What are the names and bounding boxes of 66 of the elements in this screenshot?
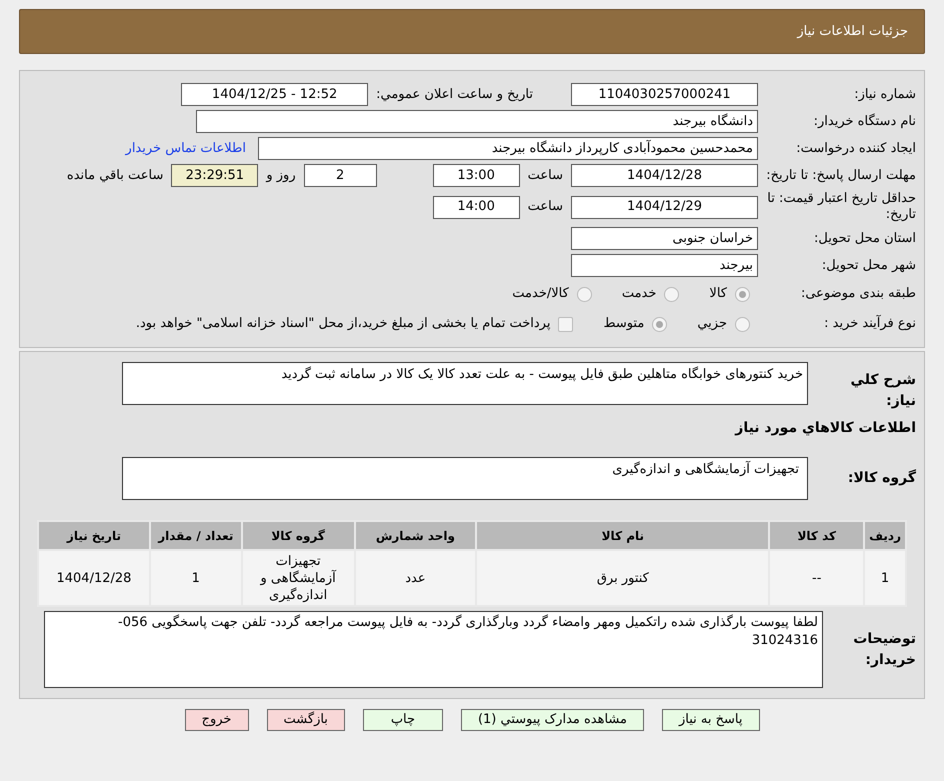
table-cell: تجهیزات آزمایشگاهی و اندازه‌گیری [242, 550, 355, 606]
text-field[interactable]: بیرجند [571, 254, 758, 277]
text-area[interactable]: تجهیزات آزمایشگاهی و اندازه‌گیری [122, 457, 808, 500]
radio-label: کالا/خدمت [512, 285, 569, 304]
countdown-field[interactable]: 23:29:51 [171, 164, 258, 187]
table-cell: -- [769, 550, 864, 606]
radio-button[interactable] [735, 286, 750, 302]
radio-label: خدمت [622, 285, 656, 304]
column-header: تعداد / مقدار [150, 521, 242, 550]
column-header: واحد شمارش [354, 521, 476, 550]
action-button[interactable]: مشاهده مدارک پیوستي (1) [460, 709, 644, 731]
field-label: شهر محل تحویل: [820, 258, 916, 274]
column-header: نام کالا [476, 521, 770, 550]
action-button[interactable]: پاسخ به نیاز [662, 709, 760, 731]
text-field[interactable]: خراسان جنوبی [571, 227, 758, 250]
checkbox[interactable] [558, 316, 574, 332]
field-label: استان محل تحویل: [813, 230, 916, 246]
text-field[interactable]: 2 [304, 164, 377, 187]
table-cell: کنتور برق [476, 550, 770, 606]
field-label: نوع فرآیند خرید : [823, 316, 916, 332]
action-button[interactable]: بازگشت [266, 709, 345, 731]
field-label: طبقه بندی موضوعی: [800, 286, 916, 302]
text-field[interactable]: دانشگاه بیرجند [196, 110, 758, 133]
column-header: تاریخ نیاز [38, 521, 150, 550]
field-label: تاریخ و ساعت اعلان عمومي: [376, 86, 533, 102]
field-label: ساعت [528, 199, 563, 215]
text-area[interactable]: لطفا پیوست بارگذاری شده راتکمیل ومهر وامضاء گردد وبارگذاری گردد- به فایل پیوست مراجعه گردد- تلفن جهت پاسخگویی 056- 31024316 [44, 611, 823, 688]
page-title: جزئیات اطلاعات نیاز [797, 22, 908, 41]
radio-button[interactable] [664, 286, 680, 302]
text-field[interactable]: 1404/12/29 [571, 196, 758, 218]
table-cell: 1404/12/28 [38, 550, 150, 606]
column-header: کد کالا [769, 521, 864, 550]
action-button[interactable]: خروج [184, 709, 249, 731]
radio-label: متوسط [603, 315, 644, 334]
field-label: روز و [266, 168, 296, 184]
radio-button[interactable] [576, 286, 592, 302]
radio-button[interactable] [652, 316, 668, 332]
column-header: گروه کالا [242, 521, 355, 550]
field-label: ساعت باقي مانده [66, 168, 164, 184]
field-label: گروه کالا: [846, 468, 916, 488]
radio-button[interactable] [735, 316, 750, 332]
contact-link[interactable]: اطلاعات تماس خریدار [126, 138, 246, 158]
text-field[interactable]: 1404/12/28 [571, 164, 758, 187]
field-label: توضیحات خریدار: [852, 630, 916, 670]
text-field[interactable]: 1104030257000241 [571, 83, 758, 106]
table-cell: 1 [864, 550, 906, 606]
text-area[interactable]: خرید کنتورهای خوابگاه متاهلین طبق فایل پیوست - به علت تعدد کالا یک کالا در سامانه ثبت گردید [122, 362, 808, 405]
table-cell: عدد [354, 550, 476, 606]
field-label: ایجاد کننده درخواست: [795, 140, 916, 156]
checkbox-label: پرداخت تمام یا بخشی از مبلغ خرید،از محل "اسناد خزانه اسلامی" خواهد بود. [136, 315, 550, 334]
column-header: ردیف [864, 521, 906, 550]
field-label: حداقل تاریخ اعتبار قیمت: تا تاریخ: [766, 191, 916, 223]
radio-label: جزيي [697, 315, 727, 334]
field-label: ساعت [528, 168, 563, 184]
field-label: شرح کلي نیاز: [850, 371, 916, 411]
text-field[interactable]: 13:00 [432, 164, 520, 187]
text-field[interactable]: 1404/12/25 - 12:52 [181, 83, 368, 106]
radio-label: کالا [709, 285, 727, 304]
action-button[interactable]: چاپ [362, 709, 443, 731]
field-label: شماره نیاز: [853, 86, 916, 102]
text-field[interactable]: محمدحسین محمودآبادی کارپرداز دانشگاه بیرجند [258, 137, 758, 160]
table-cell: 1 [150, 550, 242, 606]
section-heading: اطلاعات کالاهاي مورد نياز [734, 419, 916, 438]
field-label: مهلت ارسال پاسخ: تا تاریخ: [766, 168, 916, 184]
text-field[interactable]: 14:00 [432, 196, 520, 218]
field-label: نام دستگاه خریدار: [812, 114, 916, 130]
